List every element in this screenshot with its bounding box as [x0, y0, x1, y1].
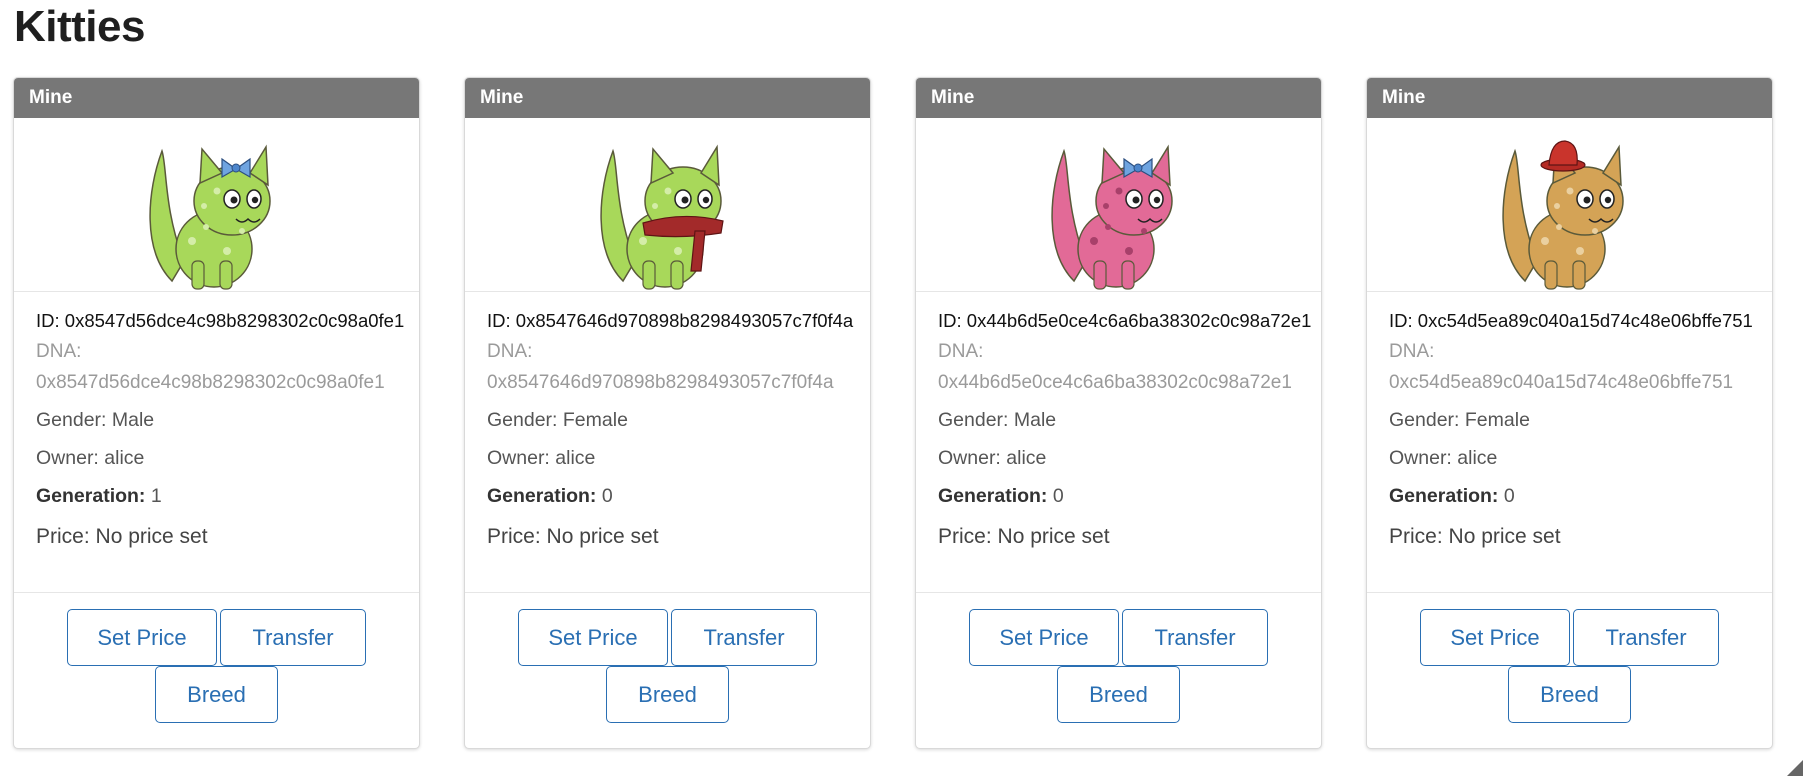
kitty-gender: Gender: Female [487, 409, 628, 431]
kitty-gender: Gender: Male [36, 409, 155, 431]
kitty-generation: Generation: 0 [938, 485, 1064, 507]
kitty-owner: Owner: alice [36, 447, 145, 469]
kitty-image [465, 118, 870, 292]
card-actions: Set Price Transfer Breed [465, 593, 870, 723]
set-price-button[interactable]: Set Price [1420, 609, 1570, 666]
kitty-id: ID: 0x8547646d970898b8298493057c7f0f4a [487, 310, 854, 331]
card-body: ID: 0x44b6d5e0ce4c6a6ba38302c0c98a72e1 D… [916, 292, 1321, 593]
card-body: ID: 0xc54d5ea89c040a15d74c48e06bffe751 D… [1367, 292, 1772, 593]
kitty-gender: Gender: Female [1389, 409, 1530, 431]
kitty-generation: Generation: 1 [36, 485, 162, 507]
card-actions: Set Price Transfer Breed [14, 593, 419, 723]
card-header: Mine [14, 78, 419, 118]
kitty-id: ID: 0x8547d56dce4c98b8298302c0c98a0fe1 [36, 310, 405, 331]
kitty-image [1367, 118, 1772, 292]
breed-button[interactable]: Breed [606, 666, 729, 723]
transfer-button[interactable]: Transfer [1122, 609, 1268, 666]
card-header: Mine [916, 78, 1321, 118]
kitty-dna: DNA: 0x8547d56dce4c98b8298302c0c98a0fe1 [36, 341, 385, 393]
card-actions: Set Price Transfer Breed [916, 593, 1321, 723]
kitty-id: ID: 0xc54d5ea89c040a15d74c48e06bffe751 [1389, 310, 1753, 331]
kitty-owner: Owner: alice [938, 447, 1047, 469]
transfer-button[interactable]: Transfer [1573, 609, 1719, 666]
breed-button[interactable]: Breed [1057, 666, 1180, 723]
card-header: Mine [465, 78, 870, 118]
kitty-gender: Gender: Male [938, 409, 1057, 431]
breed-button[interactable]: Breed [155, 666, 278, 723]
set-price-button[interactable]: Set Price [969, 609, 1119, 666]
card-header: Mine [1367, 78, 1772, 118]
kitty-dna: DNA: 0x8547646d970898b8298493057c7f0f4a [487, 341, 834, 393]
kitty-price: Price: No price set [938, 525, 1110, 548]
kitty-generation: Generation: 0 [1389, 485, 1515, 507]
kitty-card: Mine ID: 0x44b6d5e0ce4c6a6ba38302c0c98a7… [915, 77, 1322, 749]
kitty-image [14, 118, 419, 292]
kitty-card: Mine ID: 0x8547d56dce4c98b8298302c0c98a0… [13, 77, 420, 749]
kitty-card: Mine ID: 0xc54d5ea89c040a15d74c48e06bffe… [1366, 77, 1773, 749]
set-price-button[interactable]: Set Price [518, 609, 668, 666]
kitty-card: Mine ID: 0x8547646d970898b8298493057c7f0… [464, 77, 871, 749]
kitty-owner: Owner: alice [487, 447, 596, 469]
set-price-button[interactable]: Set Price [67, 609, 217, 666]
kitty-generation: Generation: 0 [487, 485, 613, 507]
kitty-id: ID: 0x44b6d5e0ce4c6a6ba38302c0c98a72e1 [938, 310, 1312, 331]
kitty-dna: DNA: 0xc54d5ea89c040a15d74c48e06bffe751 [1389, 341, 1734, 393]
card-actions: Set Price Transfer Breed [1367, 593, 1772, 723]
breed-button[interactable]: Breed [1508, 666, 1631, 723]
kitty-price: Price: No price set [36, 525, 208, 548]
resize-handle-icon[interactable] [1783, 756, 1803, 776]
transfer-button[interactable]: Transfer [671, 609, 817, 666]
kitty-image [916, 118, 1321, 292]
kitty-owner: Owner: alice [1389, 447, 1498, 469]
page-title: Kitties [14, 2, 145, 51]
kitty-price: Price: No price set [1389, 525, 1561, 548]
kitty-dna: DNA: 0x44b6d5e0ce4c6a6ba38302c0c98a72e1 [938, 341, 1292, 393]
card-body: ID: 0x8547d56dce4c98b8298302c0c98a0fe1 D… [14, 292, 419, 593]
transfer-button[interactable]: Transfer [220, 609, 366, 666]
kitty-price: Price: No price set [487, 525, 659, 548]
card-body: ID: 0x8547646d970898b8298493057c7f0f4a D… [465, 292, 870, 593]
